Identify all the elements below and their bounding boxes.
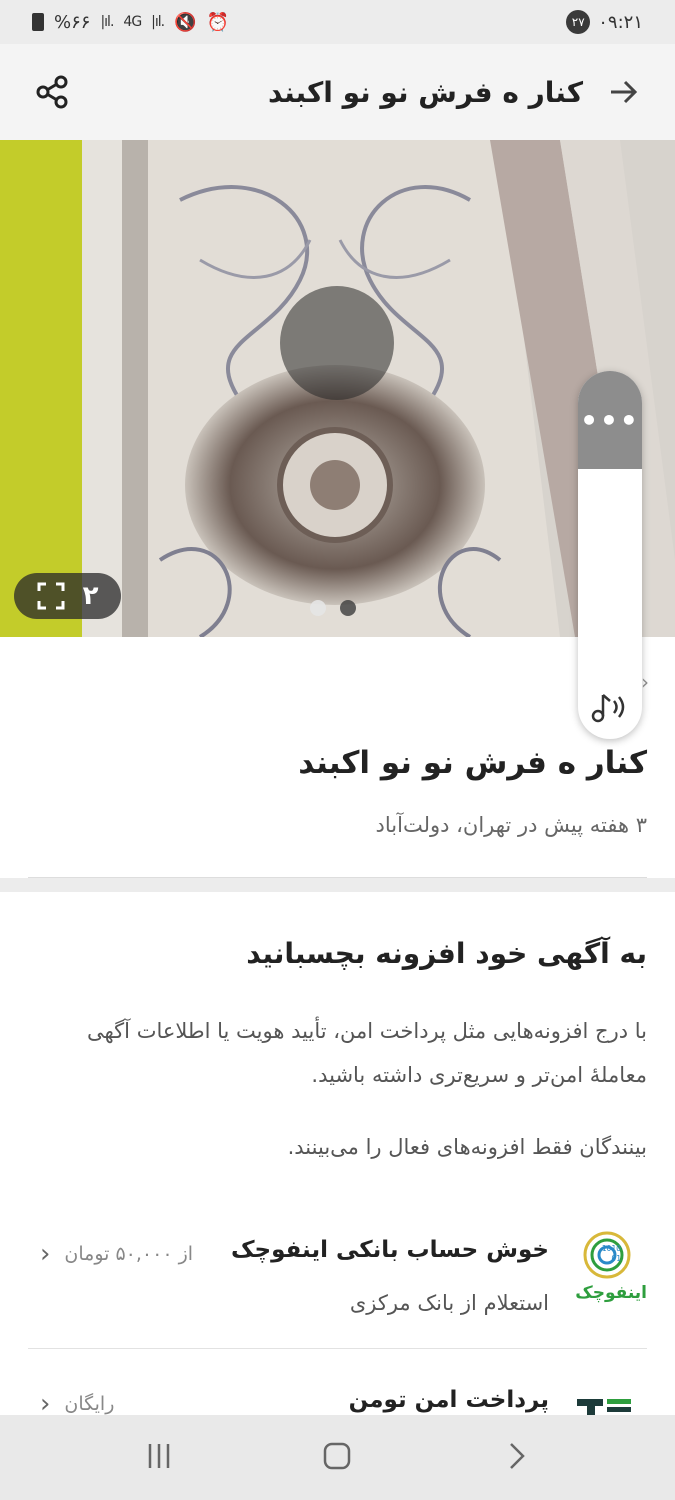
signal-icon-2: |ıl. (151, 14, 165, 30)
battery-level: %۶۶ (54, 11, 91, 33)
addon-title: پرداخت امن تومن (348, 1387, 549, 1413)
battery-icon (32, 13, 44, 31)
addons-description: با درج افزونه‌هایی مثل پرداخت امن، تأیید… (87, 1019, 647, 1087)
price-label: رایگان (64, 1393, 115, 1415)
gallery-dot[interactable] (310, 600, 326, 616)
gallery-dots (310, 600, 356, 616)
overlay-circle (280, 286, 394, 400)
back-button[interactable] (603, 72, 643, 112)
svg-text:01: 01 (611, 1254, 621, 1263)
recents-icon (148, 1443, 170, 1468)
status-bar: %۶۶ |ıl. 4G |ıl. 🔇 ⏰ ۲۷ ۰۹:۲۱ (0, 0, 675, 44)
gallery-dot[interactable] (340, 600, 356, 616)
logo-text: اینفوچک (575, 1283, 647, 1303)
share-icon (36, 75, 68, 109)
alarm-icon: ⏰ (206, 11, 229, 33)
share-button[interactable] (32, 72, 72, 112)
arrow-right-icon (611, 80, 638, 104)
more-options-button[interactable]: ••• (578, 371, 642, 469)
ad-meta: ۳ هفته پیش در تهران، دولت‌آباد (375, 813, 647, 837)
more-icon: ••• (580, 403, 640, 437)
chevron-right-icon[interactable]: › (641, 670, 649, 694)
addon-title: خوش حساب بانکی اینفوچک (230, 1237, 549, 1263)
back-nav-button[interactable] (501, 1441, 531, 1475)
status-left: %۶۶ |ıl. 4G |ıl. 🔇 ⏰ (32, 12, 229, 33)
recents-button[interactable] (144, 1441, 174, 1475)
mute-icon: 🔇 (174, 11, 197, 33)
notification-count-badge: ۲۷ (566, 10, 591, 34)
ad-title: کنار ه فرش نو نو اکبند (298, 745, 647, 781)
signal-icon: |ıl. (100, 14, 114, 30)
system-nav-bar (0, 1415, 675, 1500)
app-bar: کنار ه فرش نو نو اکبند (0, 44, 675, 140)
status-right: ۲۷ ۰۹:۲۱ (566, 10, 643, 34)
home-button[interactable] (322, 1441, 352, 1475)
network-type: 4G (123, 14, 142, 30)
addon-subtitle: استعلام از بانک مرکزی (349, 1291, 549, 1315)
svg-text:1010: 1010 (602, 1244, 621, 1253)
image-count: ۲ (82, 581, 99, 611)
infocheck-logo: 1010 01 اینفوچک (575, 1225, 647, 1309)
addon-item-infocheck[interactable]: 1010 01 اینفوچک خوش حساب بانکی اینفوچک ا… (28, 1231, 647, 1315)
music-sound-icon (591, 694, 625, 723)
fullscreen-icon (37, 582, 65, 610)
addons-note: بینندگان فقط افزونه‌های فعال را می‌بینند… (287, 1135, 647, 1159)
fullscreen-counter-button[interactable]: ۲ (14, 573, 121, 619)
clock: ۰۹:۲۱ (598, 11, 643, 33)
sound-button[interactable] (578, 689, 642, 725)
home-icon (324, 1442, 351, 1469)
page-title: کنار ه فرش نو نو اکبند (267, 75, 583, 109)
row-divider (28, 1348, 647, 1349)
price-label: از ۵۰,۰۰۰ تومان (64, 1243, 194, 1265)
chevron-left-icon[interactable]: ‹ (40, 1239, 50, 1269)
section-separator (0, 878, 675, 892)
ad-photo-gallery[interactable]: ۲ (0, 140, 675, 637)
addon-price: از ۵۰,۰۰۰ تومان ‹ (40, 1239, 193, 1269)
chevron-right-nav-icon (509, 1442, 525, 1469)
floating-side-panel[interactable]: ••• (578, 371, 642, 739)
addons-title: به آگهی خود افزونه بچسبانید (246, 937, 647, 970)
